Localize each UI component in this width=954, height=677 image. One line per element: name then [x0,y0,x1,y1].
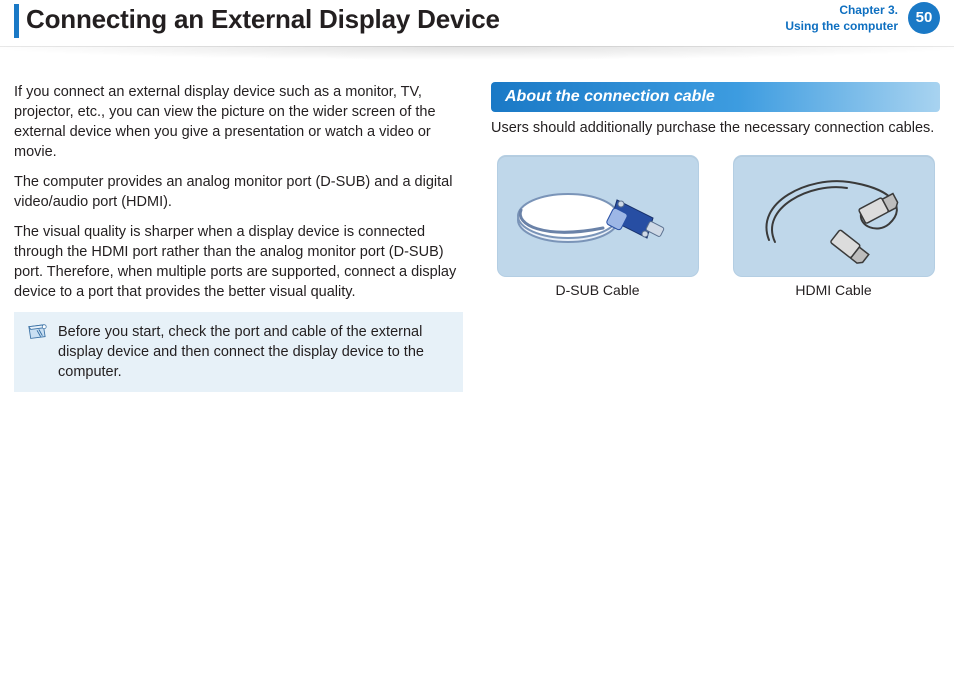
cable-item-hdmi: HDMI Cable [734,156,934,298]
intro-paragraph-2: The computer provides an analog monitor … [14,172,463,212]
left-column: If you connect an external display devic… [14,82,463,663]
content-columns: If you connect an external display devic… [14,82,940,663]
note-icon [26,324,48,342]
header-shadow [0,46,954,66]
title-accent-bar [14,4,19,38]
cable-row: D-SUB Cable [491,156,940,298]
chapter-line-1: Chapter 3. [785,2,898,18]
section-paragraph: Users should additionally purchase the n… [491,118,940,138]
right-column: About the connection cable Users should … [491,82,940,663]
intro-paragraph-1: If you connect an external display devic… [14,82,463,162]
note-box: Before you start, check the port and cab… [14,312,463,392]
dsub-cable-label: D-SUB Cable [498,282,698,298]
page-number-badge: 50 [908,2,940,34]
section-heading: About the connection cable [491,82,940,112]
hdmi-cable-label: HDMI Cable [734,282,934,298]
chapter-line-2: Using the computer [785,18,898,34]
intro-paragraph-3: The visual quality is sharper when a dis… [14,222,463,302]
page-header: Connecting an External Display Device Ch… [0,0,954,47]
cable-item-dsub: D-SUB Cable [498,156,698,298]
page-title: Connecting an External Display Device [26,4,500,35]
hdmi-cable-illustration [734,156,934,276]
note-text: Before you start, check the port and cab… [58,324,424,380]
chapter-label: Chapter 3. Using the computer [785,2,898,34]
dsub-cable-illustration [498,156,698,276]
